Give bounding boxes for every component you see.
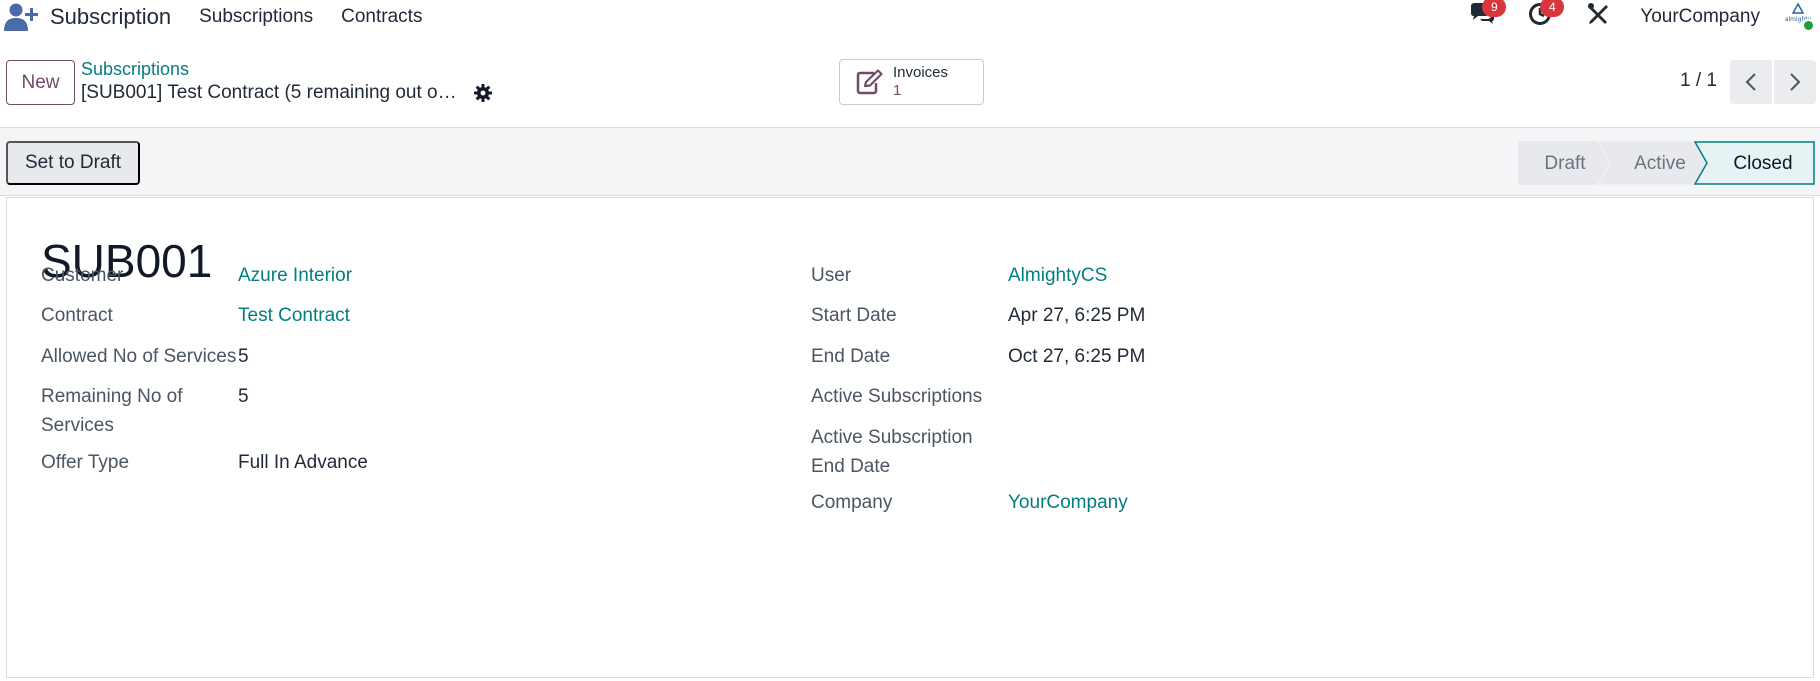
label-contract: Contract bbox=[41, 305, 113, 326]
company-switcher[interactable]: YourCompany bbox=[1640, 6, 1760, 28]
stage-active-label: Active bbox=[1634, 153, 1686, 174]
label-start-date: Start Date bbox=[811, 305, 897, 326]
debug-tools-button[interactable] bbox=[1582, 1, 1614, 33]
activities-badge: 4 bbox=[1540, 0, 1565, 17]
field-company[interactable]: YourCompany bbox=[1008, 488, 1128, 517]
stage-draft-label: Draft bbox=[1544, 153, 1586, 174]
field-start-date[interactable]: Apr 27, 6:25 PM bbox=[1008, 301, 1145, 330]
chevron-right-icon bbox=[1790, 73, 1801, 91]
field-active-subscription-end-date[interactable] bbox=[1008, 423, 1308, 452]
form-sheet: SUB001 Customer Azure Interior Contract … bbox=[6, 197, 1814, 678]
app-menu[interactable]: Subscription bbox=[2, 1, 171, 33]
user-avatar[interactable]: almighty bbox=[1780, 0, 1816, 34]
field-contract[interactable]: Test Contract bbox=[238, 301, 350, 330]
label-end-date: End Date bbox=[811, 346, 891, 367]
field-customer[interactable]: Azure Interior bbox=[238, 261, 352, 290]
field-remaining-services[interactable]: 5 bbox=[238, 382, 249, 411]
set-to-draft-button[interactable]: Set to Draft bbox=[6, 141, 140, 185]
pager-next-button[interactable] bbox=[1774, 60, 1816, 104]
field-active-subscriptions[interactable] bbox=[1008, 382, 1308, 411]
stage-selector: Draft Active Closed bbox=[1518, 141, 1815, 185]
add-user-icon[interactable] bbox=[2, 1, 40, 33]
field-allowed-services[interactable]: 5 bbox=[238, 342, 249, 371]
field-offer-type[interactable]: Full In Advance bbox=[238, 448, 368, 477]
field-end-date[interactable]: Oct 27, 6:25 PM bbox=[1008, 342, 1145, 371]
field-user[interactable]: AlmightyCS bbox=[1008, 261, 1107, 290]
menu-subscriptions[interactable]: Subscriptions bbox=[199, 6, 313, 28]
status-bar: Set to Draft Draft Active Closed bbox=[0, 128, 1820, 196]
app-title[interactable]: Subscription bbox=[50, 4, 171, 30]
messages-button[interactable]: 9 bbox=[1466, 0, 1507, 33]
tools-icon bbox=[1586, 2, 1610, 32]
label-allowed-services: Allowed No of Services bbox=[41, 346, 237, 367]
edit-document-icon bbox=[854, 67, 884, 97]
label-company: Company bbox=[811, 492, 893, 513]
pager-previous-button[interactable] bbox=[1730, 60, 1772, 104]
breadcrumb-current: [SUB001] Test Contract (5 remaining out … bbox=[81, 82, 457, 103]
invoices-smart-button[interactable]: Invoices 1 bbox=[839, 59, 984, 105]
stage-closed-label: Closed bbox=[1733, 153, 1792, 174]
new-button[interactable]: New bbox=[6, 60, 75, 105]
label-user: User bbox=[811, 265, 852, 286]
top-navbar: Subscription Subscriptions Contracts 9 4 bbox=[0, 0, 1820, 34]
label-remaining-services: Remaining No of Services bbox=[41, 386, 183, 436]
label-customer: Customer bbox=[41, 265, 124, 286]
gear-icon[interactable] bbox=[473, 83, 497, 107]
control-panel: New Subscriptions [SUB001] Test Contract… bbox=[0, 34, 1820, 128]
smart-button-label: Invoices bbox=[893, 64, 949, 81]
breadcrumb-subscriptions[interactable]: Subscriptions bbox=[81, 59, 189, 80]
chevron-left-icon bbox=[1745, 73, 1756, 91]
activities-button[interactable]: 4 bbox=[1524, 0, 1565, 33]
pager-value[interactable]: 1 / 1 bbox=[1680, 70, 1717, 92]
online-status-dot bbox=[1802, 19, 1815, 32]
messages-badge: 9 bbox=[1482, 0, 1507, 17]
label-offer-type: Offer Type bbox=[41, 452, 130, 473]
label-active-subscription-end-date: Active Subscription End Date bbox=[811, 427, 973, 477]
label-active-subscriptions: Active Subscriptions bbox=[811, 386, 983, 407]
menu-contracts[interactable]: Contracts bbox=[341, 6, 422, 28]
smart-button-count: 1 bbox=[893, 82, 902, 99]
